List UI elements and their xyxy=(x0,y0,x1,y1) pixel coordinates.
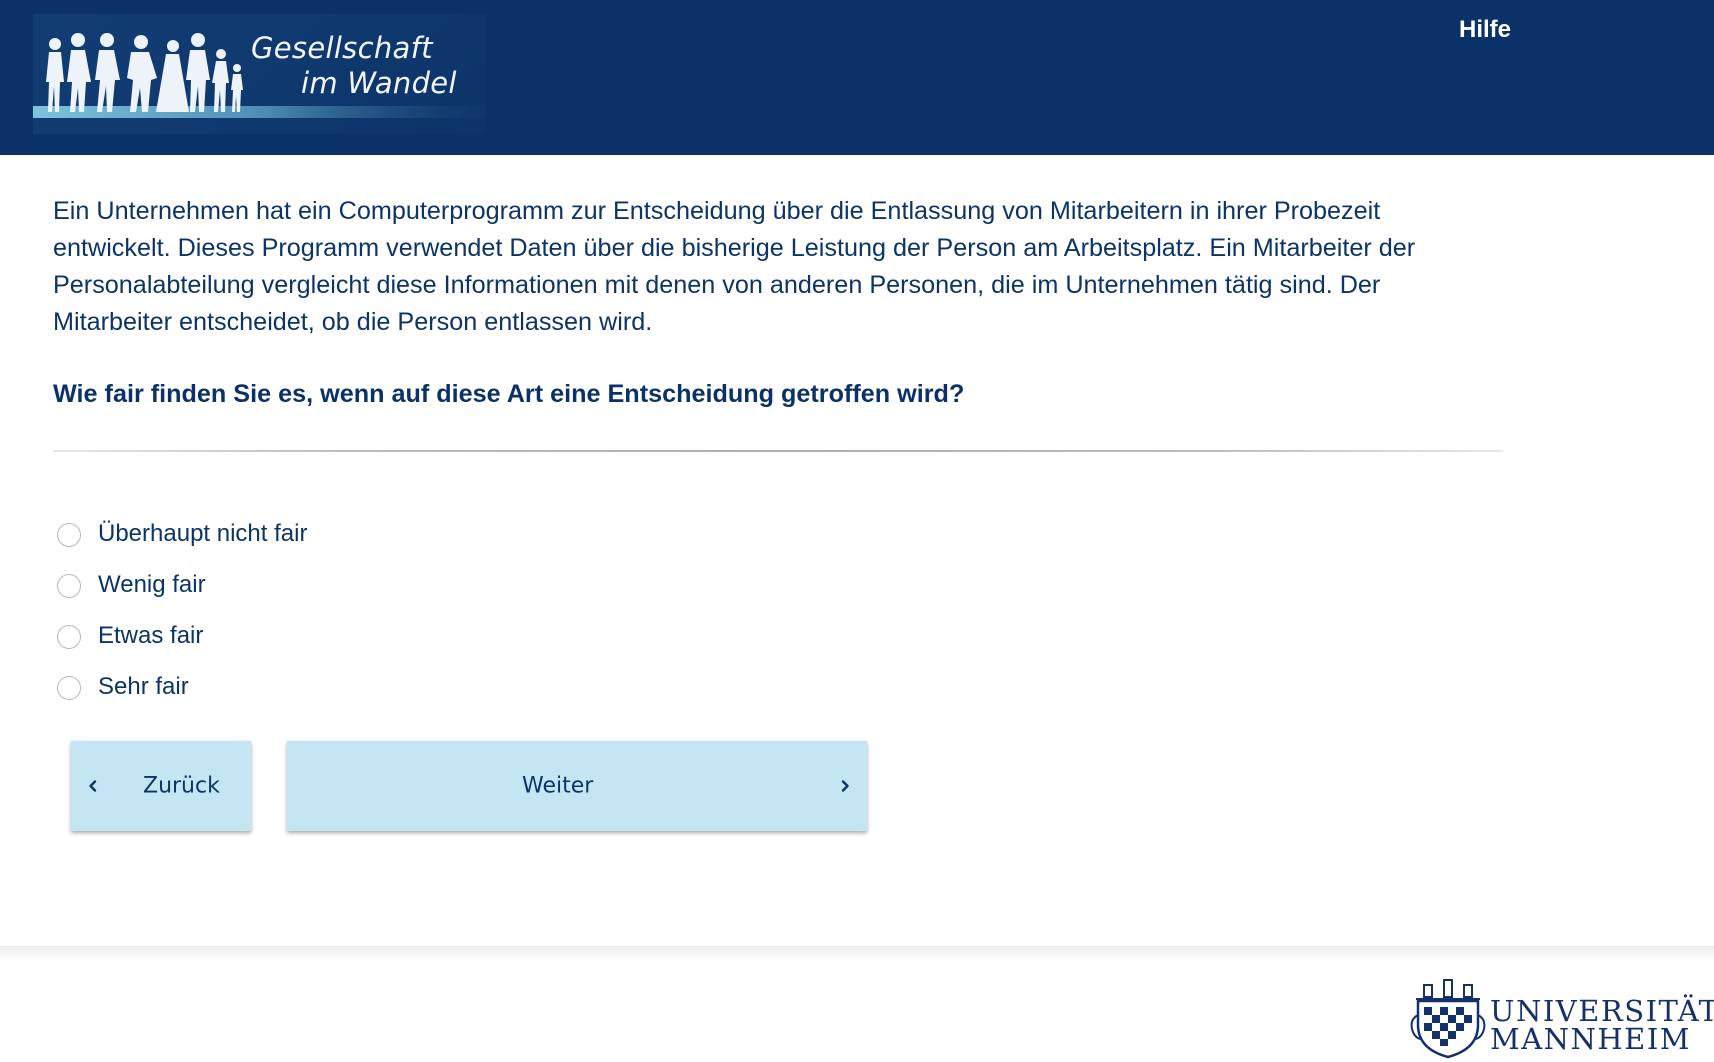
header: Gesellschaft im Wandel Hilfe xyxy=(0,0,1714,155)
university-crest-icon xyxy=(1410,979,1486,1059)
answer-option-label: Überhaupt nicht fair xyxy=(98,519,308,547)
divider xyxy=(53,450,1503,452)
question-title: Wie fair finden Sie es, wenn auf diese A… xyxy=(53,380,965,408)
next-button[interactable]: Weiter xyxy=(287,741,867,831)
chevron-right-icon xyxy=(841,780,849,792)
answer-option-4[interactable]: Sehr fair xyxy=(57,662,307,713)
chevron-left-icon xyxy=(89,780,97,792)
next-button-label: Weiter xyxy=(522,773,594,799)
answer-option-label: Sehr fair xyxy=(98,672,189,700)
back-button-label: Zurück xyxy=(143,773,220,799)
help-link[interactable]: Hilfe xyxy=(1459,16,1511,44)
university-name-line-2: MANNHEIM xyxy=(1490,1022,1691,1056)
answer-option-label: Wenig fair xyxy=(98,570,206,598)
footer-divider xyxy=(0,946,1714,960)
radio-button[interactable] xyxy=(57,675,81,700)
logo-title-line-1: Gesellschaft xyxy=(251,31,433,65)
answer-options: Überhaupt nicht fair Wenig fair Etwas fa… xyxy=(57,509,307,713)
radio-button[interactable] xyxy=(57,624,81,649)
logo-title-line-2: im Wandel xyxy=(301,66,457,100)
university-logo: UNIVERSITÄT MANNHEIM xyxy=(1408,975,1714,1060)
answer-option-2[interactable]: Wenig fair xyxy=(57,560,307,611)
radio-button[interactable] xyxy=(57,573,81,598)
radio-button[interactable] xyxy=(57,522,81,547)
brand-logo[interactable]: Gesellschaft im Wandel xyxy=(33,14,486,134)
answer-option-3[interactable]: Etwas fair xyxy=(57,611,307,662)
question-intro-text: Ein Unternehmen hat ein Computerprogramm… xyxy=(53,197,1416,336)
answer-option-1[interactable]: Überhaupt nicht fair xyxy=(57,509,307,560)
answer-option-label: Etwas fair xyxy=(98,621,204,649)
back-button[interactable]: Zurück xyxy=(71,741,251,831)
